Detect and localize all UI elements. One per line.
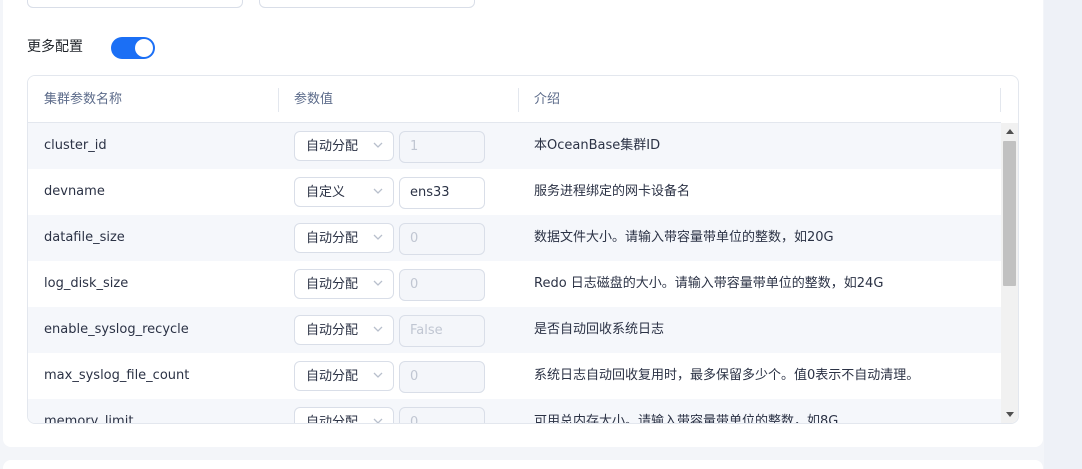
- param-name: memory_limit: [44, 414, 134, 423]
- table-row: cluster_id 自动分配 1 本OceanBase集群ID: [28, 123, 1001, 169]
- param-description: 是否自动回收系统日志: [534, 322, 665, 337]
- next-card-edge: [3, 460, 1043, 469]
- table-row: datafile_size 自动分配 0 数据文件大小。请输入带容量带单位的整数…: [28, 215, 1001, 261]
- cluster-params-table: 集群参数名称 参数值 介绍 cluster_id 自动分配 1 本OceanBa…: [27, 75, 1019, 424]
- header-divider: [518, 88, 519, 112]
- param-value-input[interactable]: 1: [399, 131, 485, 163]
- param-description: 可用总内存大小。请输入带容量带单位的整数，如8G: [534, 414, 839, 423]
- param-description: 服务进程绑定的网卡设备名: [534, 184, 691, 199]
- select-value: 自动分配: [306, 323, 359, 338]
- param-value-input[interactable]: 0: [399, 361, 485, 393]
- top-input-left[interactable]: [27, 0, 243, 8]
- table-row: devname 自定义 ens33 服务进程绑定的网卡设备名: [28, 169, 1001, 215]
- param-description: 系统日志自动回收复用时，最多保留多少个。值0表示不自动清理。: [534, 368, 920, 383]
- param-mode-select[interactable]: 自动分配: [294, 223, 394, 253]
- select-value: 自定义: [306, 185, 346, 200]
- select-value: 自动分配: [306, 415, 359, 423]
- table-row: enable_syslog_recycle 自动分配 False 是否自动回收系…: [28, 307, 1001, 353]
- page-background-strip: [1044, 0, 1082, 469]
- toggle-knob: [135, 39, 153, 57]
- param-description: 本OceanBase集群ID: [534, 138, 661, 153]
- table-scrollbar[interactable]: [1001, 123, 1018, 423]
- header-divider: [278, 88, 279, 112]
- table-row: log_disk_size 自动分配 0 Redo 日志磁盘的大小。请输入带容量…: [28, 261, 1001, 307]
- param-value-input[interactable]: 0: [399, 223, 485, 255]
- table-header: 集群参数名称 参数值 介绍: [28, 76, 1001, 123]
- param-name: log_disk_size: [44, 276, 129, 291]
- param-mode-select[interactable]: 自动分配: [294, 269, 394, 299]
- chevron-down-icon: [373, 142, 383, 148]
- table-body: cluster_id 自动分配 1 本OceanBase集群ID devname…: [28, 123, 1001, 423]
- param-mode-select[interactable]: 自动分配: [294, 407, 394, 423]
- param-mode-select[interactable]: 自动分配: [294, 315, 394, 345]
- param-description: Redo 日志磁盘的大小。请输入带容量带单位的整数，如24G: [534, 276, 884, 291]
- param-mode-select[interactable]: 自定义: [294, 177, 394, 207]
- scroll-up-arrow-icon[interactable]: [1001, 123, 1018, 140]
- param-value-input[interactable]: False: [399, 315, 485, 347]
- chevron-down-icon: [373, 188, 383, 194]
- header-divider: [1000, 88, 1001, 112]
- chevron-down-icon: [373, 280, 383, 286]
- chevron-down-icon: [373, 326, 383, 332]
- select-value: 自动分配: [306, 231, 359, 246]
- header-param-name: 集群参数名称: [44, 92, 123, 107]
- param-name: enable_syslog_recycle: [44, 322, 189, 337]
- param-value-input[interactable]: ens33: [399, 177, 485, 209]
- param-mode-select[interactable]: 自动分配: [294, 361, 394, 391]
- chevron-down-icon: [373, 234, 383, 240]
- chevron-down-icon: [373, 372, 383, 378]
- table-row: max_syslog_file_count 自动分配 0 系统日志自动回收复用时…: [28, 353, 1001, 399]
- select-value: 自动分配: [306, 277, 359, 292]
- scroll-down-arrow-icon[interactable]: [1001, 406, 1018, 423]
- chevron-down-icon: [373, 418, 383, 423]
- param-value-input[interactable]: 0: [399, 407, 485, 423]
- top-input-right[interactable]: [259, 0, 475, 8]
- table-row: memory_limit 自动分配 0 可用总内存大小。请输入带容量带单位的整数…: [28, 399, 1001, 423]
- param-value-input[interactable]: 0: [399, 269, 485, 301]
- select-value: 自动分配: [306, 139, 359, 154]
- header-intro: 介绍: [534, 92, 561, 107]
- param-description: 数据文件大小。请输入带容量带单位的整数，如20G: [534, 230, 834, 245]
- scrollbar-thumb[interactable]: [1003, 141, 1016, 286]
- more-config-label: 更多配置: [27, 39, 83, 55]
- more-config-toggle[interactable]: [111, 37, 155, 59]
- param-name: cluster_id: [44, 138, 107, 153]
- param-name: max_syslog_file_count: [44, 368, 190, 383]
- param-mode-select[interactable]: 自动分配: [294, 131, 394, 161]
- header-param-value: 参数值: [294, 92, 334, 107]
- param-name: datafile_size: [44, 230, 125, 245]
- select-value: 自动分配: [306, 369, 359, 384]
- param-name: devname: [44, 184, 105, 199]
